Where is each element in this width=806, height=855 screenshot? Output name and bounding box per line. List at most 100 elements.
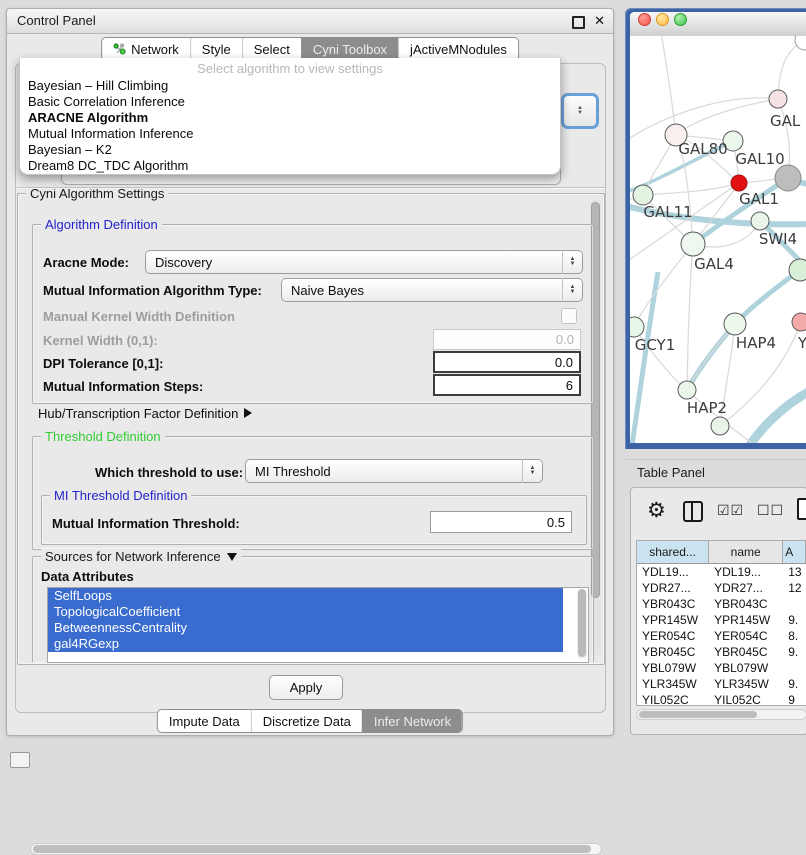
network-canvas[interactable]: GAL GAL80 GAL10 GAL1 GAL11 SWI4 GAL4 GCY… bbox=[630, 36, 806, 443]
tab-impute-data[interactable]: Impute Data bbox=[158, 710, 251, 732]
table-row[interactable]: YBR043CYBR043C bbox=[637, 596, 806, 612]
control-panel-titlebar[interactable]: Control Panel ✕ bbox=[7, 9, 613, 34]
attribute-item[interactable]: gal4RGexp bbox=[48, 636, 563, 652]
table-cell[interactable]: YBR045C bbox=[709, 644, 783, 660]
attribute-item[interactable]: TopologicalCoefficient bbox=[48, 604, 563, 620]
table-cell[interactable]: YBR043C bbox=[709, 596, 783, 612]
network-node-gal11[interactable] bbox=[633, 185, 653, 205]
algorithm-option[interactable]: Dream8 DC_TDC Algorithm bbox=[20, 158, 560, 174]
column-header-name[interactable]: name bbox=[709, 541, 783, 563]
tab-style[interactable]: Style bbox=[190, 38, 242, 60]
tab-cyni-toolbox[interactable]: Cyni Toolbox bbox=[301, 38, 398, 60]
algorithm-option[interactable]: Basic Correlation Inference bbox=[20, 94, 560, 110]
table-cell[interactable]: YBR045C bbox=[637, 644, 709, 660]
table-cell[interactable] bbox=[783, 596, 806, 612]
hub-definition-toggle[interactable]: Hub/Transcription Factor Definition bbox=[38, 406, 252, 421]
table-row[interactable]: YIL052CYIL052C9 bbox=[637, 692, 806, 706]
table-hscrollbar-thumb[interactable] bbox=[639, 711, 757, 718]
network-node-gcy1[interactable] bbox=[630, 317, 644, 337]
network-node-hap4[interactable] bbox=[724, 313, 746, 335]
table-cell[interactable]: YDR27... bbox=[637, 580, 709, 596]
table-cell[interactable]: YIL052C bbox=[709, 692, 783, 706]
table-cell[interactable]: 9. bbox=[783, 644, 806, 660]
network-node-right-partial[interactable] bbox=[789, 259, 806, 281]
kernel-width-field[interactable] bbox=[433, 329, 581, 350]
deselect-all-checks-icon[interactable]: ☐☐ bbox=[757, 502, 784, 519]
manual-kernel-checkbox[interactable] bbox=[561, 308, 577, 324]
collapsed-arrow-icon[interactable] bbox=[244, 408, 252, 418]
aracne-mode-combo[interactable]: Discovery ▲▼ bbox=[145, 250, 583, 274]
network-node-gal1[interactable] bbox=[731, 175, 747, 191]
table-cell[interactable]: 9. bbox=[783, 612, 806, 628]
algorithm-option[interactable]: ARACNE Algorithm bbox=[20, 110, 560, 126]
network-node-swi4[interactable] bbox=[751, 212, 769, 230]
column-header-partial[interactable]: A bbox=[783, 541, 806, 563]
minimize-traffic-light[interactable] bbox=[656, 13, 669, 26]
table-cell[interactable]: YER054C bbox=[709, 628, 783, 644]
table-row[interactable]: YPR145WYPR145W9. bbox=[637, 612, 806, 628]
network-node-salmon[interactable] bbox=[792, 313, 806, 331]
table-row[interactable]: YLR345WYLR345W9. bbox=[637, 676, 806, 692]
table-cell[interactable] bbox=[783, 660, 806, 676]
document-icon[interactable] bbox=[797, 498, 806, 520]
mi-type-combo[interactable]: Naive Bayes ▲▼ bbox=[281, 278, 583, 302]
close-icon[interactable]: ✕ bbox=[594, 13, 605, 29]
table-row[interactable]: YDR27...YDR27...12 bbox=[637, 580, 806, 596]
close-traffic-light[interactable] bbox=[638, 13, 651, 26]
dpi-tolerance-field[interactable] bbox=[433, 351, 581, 373]
attributes-scrollbar[interactable] bbox=[577, 589, 587, 659]
table-cell[interactable]: YDL19... bbox=[709, 564, 783, 580]
network-node-gal4[interactable] bbox=[681, 232, 705, 256]
table-cell[interactable]: YER054C bbox=[637, 628, 709, 644]
mi-threshold-field[interactable] bbox=[430, 511, 572, 533]
network-node-gray[interactable] bbox=[775, 165, 801, 191]
gear-icon[interactable]: ⚙ bbox=[647, 498, 666, 523]
network-node-bottom-partial[interactable] bbox=[711, 417, 729, 435]
algorithm-option[interactable]: Bayesian – K2 bbox=[20, 142, 560, 158]
network-node-partial-top[interactable] bbox=[795, 36, 806, 50]
tab-infer-network[interactable]: Infer Network bbox=[362, 710, 462, 732]
table-cell[interactable]: 12 bbox=[783, 580, 806, 596]
table-hscrollbar[interactable] bbox=[636, 709, 806, 720]
attributes-scrollbar-thumb[interactable] bbox=[578, 589, 586, 657]
table-cell[interactable]: 8. bbox=[783, 628, 806, 644]
mi-steps-field[interactable] bbox=[433, 374, 581, 396]
collapsed-panel-icon[interactable] bbox=[10, 752, 30, 768]
table-cell[interactable]: YIL052C bbox=[637, 692, 709, 706]
select-all-checks-icon[interactable]: ☑☑ bbox=[717, 502, 744, 519]
float-window-icon[interactable] bbox=[572, 16, 585, 29]
expanded-arrow-icon[interactable] bbox=[227, 553, 237, 561]
algorithm-combo-arrows[interactable]: ▲▼ bbox=[561, 93, 599, 129]
table-cell[interactable]: YBL079W bbox=[709, 660, 783, 676]
table-row[interactable]: YER054CYER054C8. bbox=[637, 628, 806, 644]
table-cell[interactable]: 9. bbox=[783, 676, 806, 692]
columns-icon[interactable] bbox=[683, 501, 703, 522]
settings-hscrollbar[interactable] bbox=[30, 843, 602, 855]
apply-button[interactable]: Apply bbox=[269, 675, 343, 700]
zoom-traffic-light[interactable] bbox=[674, 13, 687, 26]
attribute-item[interactable]: SelfLoops bbox=[48, 588, 563, 604]
table-cell[interactable]: YBL079W bbox=[637, 660, 709, 676]
network-node-gal-partial[interactable] bbox=[769, 90, 787, 108]
table-cell[interactable]: 13 bbox=[783, 564, 806, 580]
algorithm-option[interactable]: Bayesian – Hill Climbing bbox=[20, 78, 560, 94]
table-cell[interactable]: YDR27... bbox=[709, 580, 783, 596]
which-threshold-combo[interactable]: MI Threshold ▲▼ bbox=[245, 459, 543, 483]
table-cell[interactable]: YBR043C bbox=[637, 596, 709, 612]
settings-hscrollbar-thumb[interactable] bbox=[33, 845, 591, 853]
attribute-item[interactable]: BetweennessCentrality bbox=[48, 620, 563, 636]
tab-network[interactable]: Network bbox=[102, 38, 190, 60]
algorithm-option[interactable]: Mutual Information Inference bbox=[20, 126, 560, 142]
table-cell[interactable]: YLR345W bbox=[709, 676, 783, 692]
table-cell[interactable]: YLR345W bbox=[637, 676, 709, 692]
column-header-shared-name[interactable]: shared... bbox=[637, 541, 709, 563]
table-row[interactable]: YBL079WYBL079W bbox=[637, 660, 806, 676]
table-cell[interactable]: YPR145W bbox=[637, 612, 709, 628]
tab-select[interactable]: Select bbox=[242, 38, 301, 60]
table-row[interactable]: YDL19...YDL19...13 bbox=[637, 564, 806, 580]
tab-discretize-data[interactable]: Discretize Data bbox=[251, 710, 362, 732]
table-cell[interactable]: YPR145W bbox=[709, 612, 783, 628]
table-cell[interactable]: 9 bbox=[783, 692, 806, 706]
network-node-hap2[interactable] bbox=[678, 381, 696, 399]
table-row[interactable]: YBR045CYBR045C9. bbox=[637, 644, 806, 660]
